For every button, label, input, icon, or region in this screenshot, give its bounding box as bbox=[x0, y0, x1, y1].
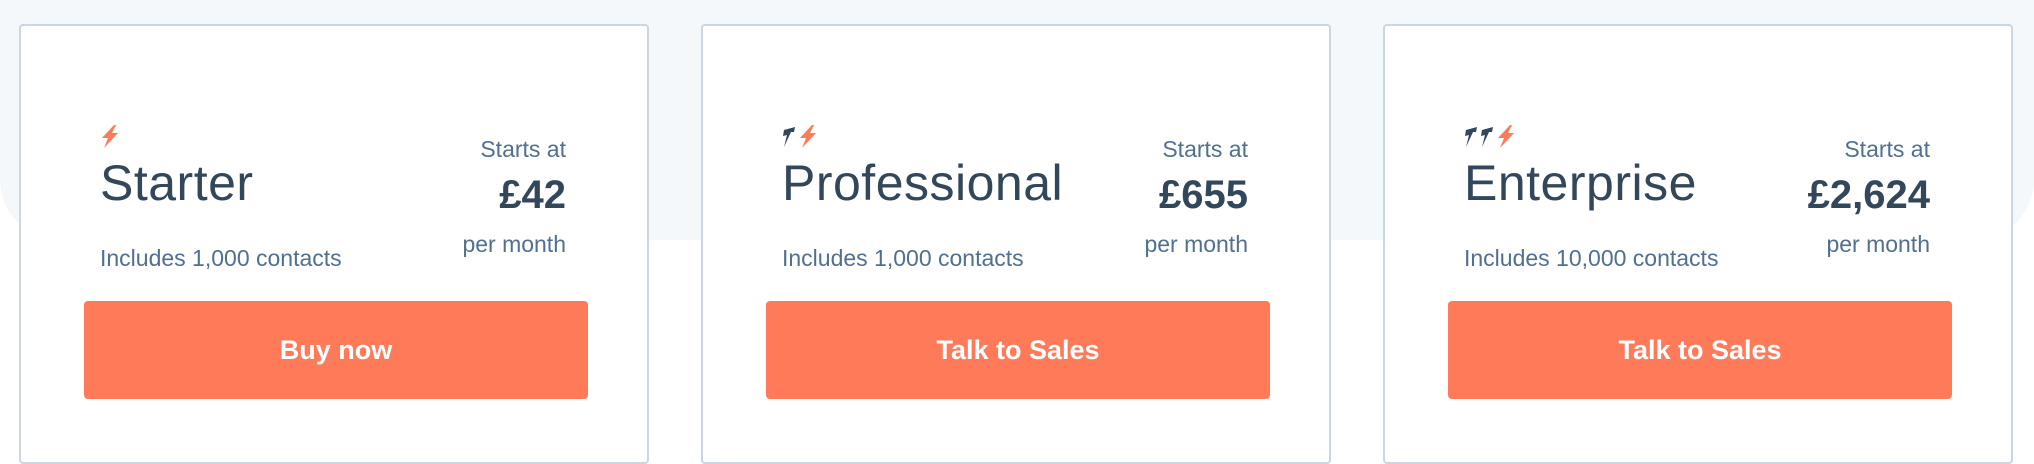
starts-at-label: Starts at bbox=[1162, 136, 1248, 162]
plan-card-professional: Professional Includes 1,000 contacts Sta… bbox=[701, 24, 1331, 464]
billing-period: per month bbox=[1144, 231, 1248, 257]
starts-at-label: Starts at bbox=[480, 136, 566, 162]
price-block: Starts at £42 per month bbox=[462, 138, 566, 256]
buy-now-button[interactable]: Buy now bbox=[84, 301, 588, 399]
billing-period: per month bbox=[462, 231, 566, 257]
plan-contacts: Includes 10,000 contacts bbox=[1464, 245, 1719, 271]
plan-price: £655 bbox=[1159, 173, 1248, 217]
plan-contacts: Includes 1,000 contacts bbox=[782, 245, 1024, 271]
talk-to-sales-button[interactable]: Talk to Sales bbox=[1448, 301, 1952, 399]
starts-at-label: Starts at bbox=[1844, 136, 1930, 162]
three-bolts-icon bbox=[1465, 125, 1514, 148]
price-block: Starts at £2,624 per month bbox=[1808, 138, 1930, 256]
plan-card-starter: Starter Includes 1,000 contacts Starts a… bbox=[19, 24, 649, 464]
plan-price: £2,624 bbox=[1807, 173, 1930, 217]
plan-card-enterprise: Enterprise Includes 10,000 contacts Star… bbox=[1383, 24, 2013, 464]
plan-contacts: Includes 1,000 contacts bbox=[100, 245, 342, 271]
billing-period: per month bbox=[1826, 231, 1930, 257]
talk-to-sales-button[interactable]: Talk to Sales bbox=[766, 301, 1270, 399]
one-bolt-icon bbox=[102, 125, 118, 148]
plan-name: Professional bbox=[782, 155, 1064, 211]
plan-name: Enterprise bbox=[1464, 155, 1697, 211]
price-block: Starts at £655 per month bbox=[1144, 138, 1248, 256]
plan-name: Starter bbox=[100, 155, 254, 211]
two-bolts-icon bbox=[783, 125, 816, 148]
plan-price: £42 bbox=[499, 173, 566, 217]
